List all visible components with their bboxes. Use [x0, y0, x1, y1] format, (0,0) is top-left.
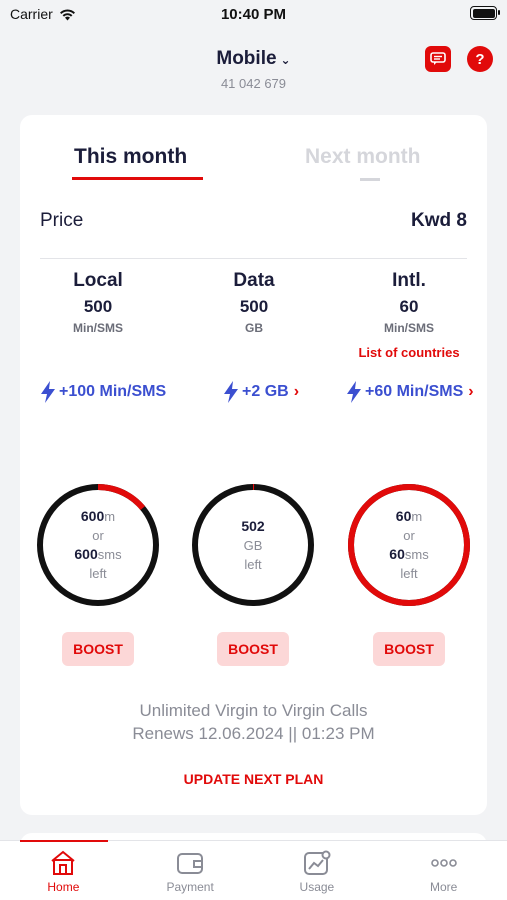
lightning-icon [347, 381, 361, 403]
allowance-unit: Min/SMS [73, 321, 123, 335]
header: Mobile ⌄ 41 042 679 ? [0, 46, 507, 96]
ring-label: 60m or 60sms left [346, 482, 472, 608]
tab-usage[interactable]: Usage [254, 841, 381, 900]
allowance-local: Local 500 Min/SMS [28, 270, 168, 335]
addon-label: +60 Min/SMS [365, 383, 464, 400]
price-label: Price [40, 210, 84, 231]
active-tab-indicator [72, 177, 203, 180]
ring-unit: GB [243, 537, 263, 553]
question-icon: ? [475, 50, 485, 68]
allowance-title: Data [233, 270, 275, 291]
more-dots-icon [430, 859, 457, 867]
allowance-title: Local [73, 270, 123, 291]
tab-label: More [429, 880, 458, 894]
addon-data[interactable]: +2 GB › [223, 381, 299, 403]
tab-more[interactable]: More [380, 841, 507, 900]
allowance-data: Data 500 GB [184, 270, 324, 335]
ring-unit: sms [404, 547, 429, 562]
usage-ring-local: 600m or 600sms left [35, 482, 161, 608]
ring-or: or [92, 528, 104, 543]
status-bar: Carrier 10:40 PM [0, 0, 507, 30]
usage-ring-intl: 60m or 60sms left [346, 482, 472, 608]
ring-suffix: left [244, 556, 262, 572]
ring-suffix: left [89, 566, 107, 581]
wallet-icon [177, 853, 204, 874]
ring-label: 502 GB left [190, 482, 316, 608]
unlimited-calls-text: Unlimited Virgin to Virgin Calls [139, 701, 368, 720]
allowance-title: Intl. [392, 270, 426, 291]
allowance-intl: Intl. 60 Min/SMS List of countries [339, 270, 479, 360]
line-number: 41 042 679 [220, 76, 287, 91]
line-title: Mobile [216, 48, 277, 69]
usage-ring-data: 502 GB left [190, 482, 316, 608]
tab-label: Home [47, 880, 80, 894]
addon-label: +2 GB [242, 383, 289, 400]
lightning-icon [224, 381, 238, 403]
clock: 10:40 PM [220, 6, 287, 23]
ring-label: 600m or 600sms left [35, 482, 161, 608]
ring-or: or [403, 528, 415, 543]
chevron-right-icon: › [293, 383, 300, 400]
divider [40, 258, 467, 259]
addon-label: +100 Min/SMS [59, 383, 167, 400]
chat-button[interactable] [425, 46, 451, 72]
allowance-unit: GB [245, 321, 263, 335]
ring-unit: sms [97, 547, 122, 562]
boost-button-data[interactable]: BOOST [217, 632, 289, 666]
usage-chart-icon [303, 850, 331, 875]
boost-button-intl[interactable]: BOOST [373, 632, 445, 666]
help-button[interactable]: ? [467, 46, 493, 72]
addon-intl[interactable]: +60 Min/SMS › [346, 381, 474, 403]
chevron-down-icon: ⌄ [280, 53, 291, 67]
bottom-tab-bar: Home Payment Usage More [0, 840, 507, 900]
tab-next-month[interactable]: Next month [305, 145, 421, 169]
plan-card: This month Next month Price Kwd 8 Local … [20, 115, 487, 815]
inactive-tab-indicator [360, 178, 380, 181]
chevron-right-icon: › [468, 383, 474, 400]
allowance-amount: 500 [83, 297, 113, 316]
chat-icon [430, 52, 446, 65]
allowance-amount: 500 [239, 297, 269, 316]
renewal-text: Renews 12.06.2024 || 01:23 PM [132, 724, 375, 743]
tab-this-month[interactable]: This month [74, 145, 187, 169]
allowance-unit: Min/SMS [384, 321, 434, 335]
tab-label: Payment [166, 880, 214, 894]
home-icon [51, 850, 76, 875]
price-value: Kwd 8 [411, 210, 467, 231]
ring-unit: m [104, 509, 116, 524]
ring-value: 502 [241, 517, 265, 534]
ring-suffix: left [400, 566, 418, 581]
list-of-countries-link[interactable]: List of countries [339, 345, 479, 360]
ring-value: 600 [74, 546, 98, 562]
boost-button-local[interactable]: BOOST [62, 632, 134, 666]
lightning-icon [41, 381, 55, 403]
ring-value: 600 [80, 508, 105, 524]
allowance-amount: 60 [399, 297, 419, 316]
battery-icon [470, 6, 500, 20]
ring-value: 60 [389, 546, 405, 562]
update-next-plan-link[interactable]: UPDATE NEXT PLAN [20, 771, 487, 787]
ring-unit: m [411, 509, 423, 524]
tab-payment[interactable]: Payment [127, 841, 254, 900]
addon-local[interactable]: +100 Min/SMS [40, 381, 166, 403]
tab-home[interactable]: Home [0, 841, 127, 900]
tab-label: Usage [299, 880, 335, 894]
ring-value: 60 [395, 508, 412, 524]
